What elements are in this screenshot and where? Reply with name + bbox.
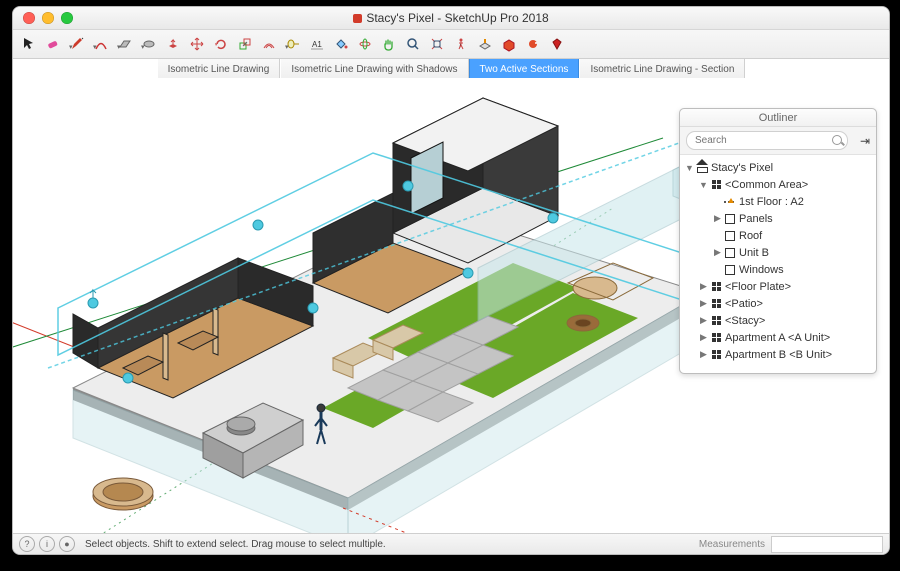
titlebar: Stacy's Pixel - SketchUp Pro 2018 [13, 7, 889, 30]
extension-warehouse-icon[interactable] [523, 34, 543, 54]
disclosure-triangle[interactable]: ▶ [698, 332, 709, 343]
main-toolbar: ▾ ▾ ▾ ▾ ▾ A1 [13, 30, 889, 59]
group-icon [723, 263, 737, 277]
outliner-row-label: Windows [739, 264, 784, 276]
scene-tab-active[interactable]: Two Active Sections [469, 59, 580, 79]
disclosure-triangle[interactable]: ▶ [698, 298, 709, 309]
disclosure-triangle[interactable]: ▶ [698, 281, 709, 292]
pencil-icon[interactable]: ▾ [67, 34, 87, 54]
person-icon[interactable]: ● [59, 536, 75, 552]
component-icon [709, 297, 723, 311]
scene-tab[interactable]: Isometric Line Drawing with Shadows [280, 59, 468, 79]
text-icon[interactable]: A1 [307, 34, 327, 54]
statusbar-hint: Select objects. Shift to extend select. … [81, 539, 693, 550]
push-pull-icon[interactable] [163, 34, 183, 54]
tape-measure-icon[interactable]: ▾ [283, 34, 303, 54]
app-window: Stacy's Pixel - SketchUp Pro 2018 ▾ ▾ ▾ … [12, 6, 890, 555]
outliner-panel[interactable]: Outliner ⇥ ▼Stacy's Pixel▼<Common Area>1… [679, 108, 877, 374]
document-icon [353, 14, 362, 23]
outliner-row-label: <Patio> [725, 298, 763, 310]
outliner-row[interactable]: ▶ <Floor Plate> [684, 278, 872, 295]
model-icon [695, 161, 709, 175]
group-icon [723, 212, 737, 226]
component-icon [709, 314, 723, 328]
scene-tabs: Isometric Line Drawing Isometric Line Dr… [13, 59, 889, 80]
outliner-row-label: 1st Floor : A2 [739, 196, 804, 208]
measurements-input[interactable] [771, 536, 883, 553]
section-icon [723, 195, 737, 209]
disclosure-triangle[interactable]: ▼ [684, 163, 695, 173]
rectangle-icon[interactable]: ▾ [115, 34, 135, 54]
svg-text:A1: A1 [312, 40, 322, 49]
outliner-row-label: Unit B [739, 247, 769, 259]
outliner-row-label: Panels [739, 213, 773, 225]
disclosure-triangle[interactable]: ▶ [698, 315, 709, 326]
disclosure-triangle[interactable]: ▼ [698, 180, 709, 190]
disclosure-triangle[interactable]: ▶ [712, 247, 723, 258]
outliner-details-button[interactable]: ⇥ [860, 134, 870, 148]
outliner-row-label: Roof [739, 230, 762, 242]
outliner-row[interactable]: Roof [684, 227, 872, 244]
outliner-row[interactable]: ▶ <Patio> [684, 295, 872, 312]
outliner-row[interactable]: ▶ Unit B [684, 244, 872, 261]
component-icon [709, 348, 723, 362]
group-icon [723, 246, 737, 260]
outliner-row-label: <Common Area> [725, 179, 808, 191]
offset-icon[interactable] [259, 34, 279, 54]
zoom-icon[interactable] [403, 34, 423, 54]
orbit-icon[interactable] [355, 34, 375, 54]
outliner-row-label: <Floor Plate> [725, 281, 791, 293]
section-plane-icon[interactable] [475, 34, 495, 54]
component-icon [709, 331, 723, 345]
help-icon[interactable]: ? [19, 536, 35, 552]
outliner-title: Outliner [680, 109, 876, 127]
eraser-icon[interactable] [43, 34, 63, 54]
group-icon [723, 229, 737, 243]
outliner-row[interactable]: Windows [684, 261, 872, 278]
outliner-row-label: Stacy's Pixel [711, 162, 773, 174]
walk-icon[interactable] [451, 34, 471, 54]
outliner-row[interactable]: ▶ Panels [684, 210, 872, 227]
disclosure-triangle[interactable]: ▶ [712, 213, 723, 224]
select-icon[interactable] [19, 34, 39, 54]
outliner-row[interactable]: ▶ <Stacy> [684, 312, 872, 329]
measurements-label: Measurements [693, 539, 771, 550]
paint-bucket-icon[interactable] [331, 34, 351, 54]
move-icon[interactable] [187, 34, 207, 54]
statusbar: ? i ● Select objects. Shift to extend se… [13, 533, 889, 554]
outliner-tree[interactable]: ▼Stacy's Pixel▼<Common Area>1st Floor : … [680, 155, 876, 373]
3d-warehouse-icon[interactable] [499, 34, 519, 54]
viewport[interactable]: Outliner ⇥ ▼Stacy's Pixel▼<Common Area>1… [13, 78, 889, 534]
outliner-row-label: Apartment B <B Unit> [725, 349, 832, 361]
component-icon [709, 178, 723, 192]
zoom-button[interactable] [61, 12, 73, 24]
outliner-row-label: Apartment A <A Unit> [725, 332, 830, 344]
disclosure-triangle[interactable]: ▶ [698, 349, 709, 360]
close-button[interactable] [23, 12, 35, 24]
component-icon [709, 280, 723, 294]
pan-icon[interactable] [379, 34, 399, 54]
zoom-extents-icon[interactable] [427, 34, 447, 54]
circle-icon[interactable]: ▾ [139, 34, 159, 54]
arc-icon[interactable]: ▾ [91, 34, 111, 54]
ruby-icon[interactable] [547, 34, 567, 54]
outliner-row-label: <Stacy> [725, 315, 765, 327]
hot-tub [93, 478, 153, 510]
outliner-row[interactable]: 1st Floor : A2 [684, 193, 872, 210]
scene-tab[interactable]: Isometric Line Drawing [157, 59, 281, 79]
outliner-row[interactable]: ▶ Apartment B <B Unit> [684, 346, 872, 363]
window-title: Stacy's Pixel - SketchUp Pro 2018 [13, 11, 889, 25]
info-icon[interactable]: i [39, 536, 55, 552]
rotate-icon[interactable] [211, 34, 231, 54]
outliner-row[interactable]: ▼ Stacy's Pixel [684, 159, 872, 176]
outliner-search-input[interactable] [686, 131, 848, 150]
scene-tab[interactable]: Isometric Line Drawing - Section [579, 59, 745, 79]
outliner-row[interactable]: ▼ <Common Area> [684, 176, 872, 193]
scale-icon[interactable] [235, 34, 255, 54]
outliner-row[interactable]: ▶ Apartment A <A Unit> [684, 329, 872, 346]
minimize-button[interactable] [42, 12, 54, 24]
